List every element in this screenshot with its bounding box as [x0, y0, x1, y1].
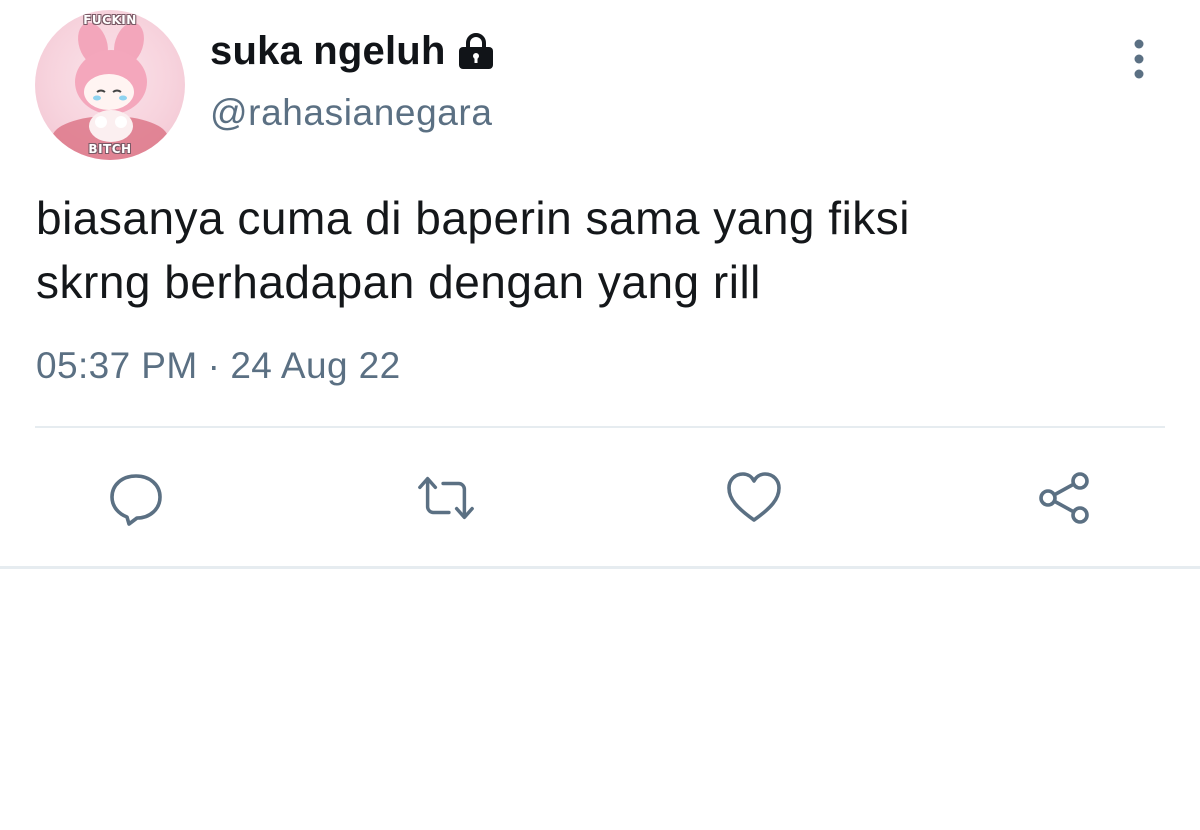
avatar-overlay-bottom: BITCH: [88, 142, 132, 156]
tweet-date: 24 Aug 22: [230, 345, 401, 386]
tweet-text: biasanya cuma di baperin sama yang fiksi…: [36, 186, 1166, 314]
share-icon: [1039, 472, 1089, 524]
more-options-icon[interactable]: [1125, 38, 1153, 82]
tweet-text-line: skrng berhadapan dengan yang rill: [36, 256, 761, 308]
avatar[interactable]: FUCKIN BITCH: [35, 10, 185, 160]
user-handle[interactable]: @rahasianegara: [210, 92, 493, 134]
display-name[interactable]: suka ngeluh: [210, 29, 446, 74]
divider: [35, 426, 1165, 428]
reply-button[interactable]: [106, 468, 166, 528]
tweet-text-line: biasanya cuma di baperin sama yang fiksi: [36, 192, 911, 244]
like-button[interactable]: [724, 468, 784, 528]
timestamp[interactable]: 05:37 PM · 24 Aug 22: [36, 345, 401, 387]
retweet-icon: [418, 476, 474, 520]
lock-icon: [458, 33, 493, 69]
avatar-overlay-top: FUCKIN: [83, 13, 137, 27]
share-button[interactable]: [1034, 468, 1094, 528]
tweet-card: FUCKIN BITCH suka ngeluh @rahasianegara …: [0, 0, 1200, 830]
like-icon: [727, 472, 781, 522]
retweet-button[interactable]: [416, 468, 476, 528]
reply-icon: [110, 474, 162, 526]
tweet-bottom-border: [0, 566, 1200, 569]
my-melody-avatar-icon: [52, 22, 168, 160]
tweet-time: 05:37 PM: [36, 345, 198, 386]
timestamp-separator: ·: [207, 345, 221, 386]
display-name-row: suka ngeluh: [210, 26, 496, 76]
